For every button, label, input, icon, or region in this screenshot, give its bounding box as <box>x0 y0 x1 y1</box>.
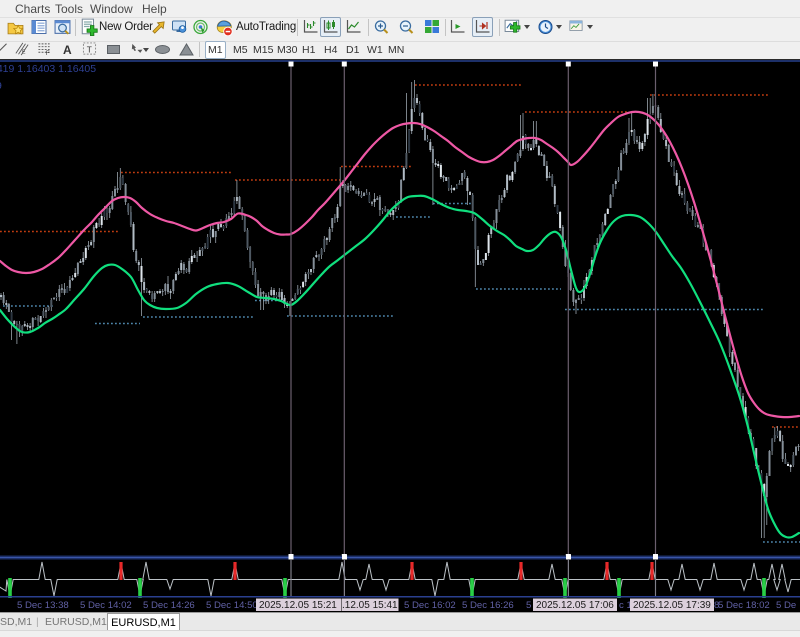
svg-text:2025.12.05 15:21: 2025.12.05 15:21 <box>259 600 337 611</box>
svg-text:2025.12.05 17:06: 2025.12.05 17:06 <box>536 600 614 611</box>
svg-text:5 Dec 18:02: 5 Dec 18:02 <box>718 600 770 611</box>
svg-text:E: E <box>22 49 26 55</box>
svg-text:.12.05 15:41: .12.05 15:41 <box>342 600 398 611</box>
svg-text:5 Dec 16:02: 5 Dec 16:02 <box>404 600 456 611</box>
svg-text:c 1: c 1 <box>619 600 632 611</box>
svg-text:5: 5 <box>526 600 531 611</box>
svg-text:5 Dec 16:26: 5 Dec 16:26 <box>462 600 514 611</box>
svg-text:2025.12.05 17:39: 2025.12.05 17:39 <box>633 600 711 611</box>
svg-text:5 Dec 14:50: 5 Dec 14:50 <box>206 600 258 611</box>
svg-text:T: T <box>87 44 92 54</box>
svg-text:9: 9 <box>0 80 2 92</box>
svg-text:F: F <box>46 51 50 56</box>
svg-text:5 Dec 14:02: 5 Dec 14:02 <box>80 600 132 611</box>
svg-text:5 Dec 14:26: 5 Dec 14:26 <box>143 600 195 611</box>
svg-text:5 Dec 13:38: 5 Dec 13:38 <box>17 600 69 611</box>
svg-text:5 De: 5 De <box>776 600 796 611</box>
svg-text:6419 1.16403 1.16405: 6419 1.16403 1.16405 <box>0 63 96 75</box>
